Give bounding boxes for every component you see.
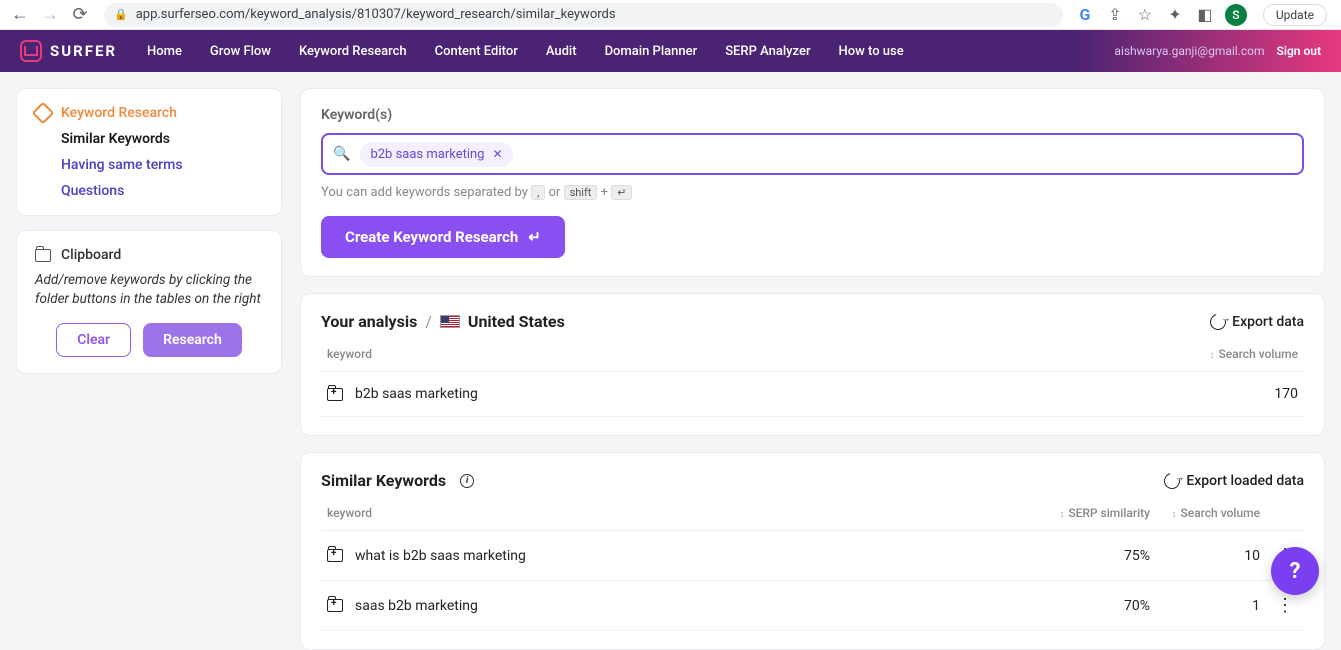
- profile-avatar[interactable]: S: [1225, 4, 1247, 26]
- nav-serp-analyzer[interactable]: SERP Analyzer: [725, 44, 810, 59]
- similar-title: Similar Keywords: [321, 471, 446, 490]
- url-text: app.surferseo.com/keyword_analysis/81030…: [136, 7, 616, 22]
- clipboard-title: Clipboard: [61, 247, 121, 263]
- google-icon[interactable]: G: [1075, 5, 1095, 25]
- col-volume[interactable]: ↕Search volume: [1156, 496, 1266, 531]
- logo-mark-icon: [20, 40, 42, 62]
- nav-home[interactable]: Home: [147, 44, 182, 59]
- signout-link[interactable]: Sign out: [1277, 44, 1321, 58]
- nav-domain-planner[interactable]: Domain Planner: [605, 44, 698, 59]
- update-button[interactable]: Update: [1263, 4, 1327, 26]
- folder-icon: [35, 249, 51, 262]
- extensions-icon[interactable]: ✦: [1165, 5, 1185, 25]
- add-folder-icon[interactable]: [327, 599, 343, 612]
- star-icon[interactable]: ☆: [1135, 5, 1155, 25]
- chip-remove-icon[interactable]: ✕: [492, 147, 502, 161]
- export-data-link[interactable]: Export data: [1210, 314, 1304, 330]
- sidebar-item-similar[interactable]: Similar Keywords: [61, 131, 263, 147]
- search-icon: 🔍: [333, 146, 350, 162]
- analysis-table: keyword ↕Search volume b2b saas marketin…: [321, 337, 1304, 417]
- keyword-input-panel: Keyword(s) 🔍 b2b saas marketing ✕ You ca…: [300, 88, 1325, 277]
- keyword-text-input[interactable]: [523, 146, 1292, 162]
- research-button[interactable]: Research: [143, 323, 242, 357]
- nav-keyword-research[interactable]: Keyword Research: [299, 44, 407, 59]
- sidebar: Keyword Research Similar Keywords Having…: [16, 88, 282, 601]
- share-icon[interactable]: ⇪: [1105, 5, 1125, 25]
- similar-panel: Similar Keywords i Export loaded data ke…: [300, 452, 1325, 650]
- keywords-label: Keyword(s): [321, 107, 1304, 123]
- col-keyword: keyword: [321, 496, 1006, 531]
- export-icon: [1207, 311, 1229, 333]
- col-volume[interactable]: ↕Search volume: [1164, 337, 1304, 372]
- nav-content-editor[interactable]: Content Editor: [435, 44, 518, 59]
- address-bar[interactable]: 🔒 app.surferseo.com/keyword_analysis/810…: [104, 3, 1063, 27]
- sidebar-item-same-terms[interactable]: Having same terms: [61, 157, 263, 173]
- us-flag-icon: [440, 315, 460, 328]
- app-header: SURFER Home Grow Flow Keyword Research C…: [0, 30, 1341, 72]
- table-row: saas b2b marketing 70% 1 ⋮: [321, 581, 1304, 631]
- clear-button[interactable]: Clear: [56, 323, 131, 357]
- help-fab[interactable]: ?: [1271, 547, 1319, 595]
- analysis-country: United States: [468, 312, 565, 331]
- diamond-icon: [32, 102, 55, 125]
- lock-icon: 🔒: [114, 8, 128, 21]
- back-icon[interactable]: ←: [8, 3, 32, 27]
- create-research-button[interactable]: Create Keyword Research↵: [321, 216, 565, 258]
- keyword-hint: You can add keywords separated by , or s…: [321, 185, 1304, 200]
- add-folder-icon[interactable]: [327, 388, 343, 401]
- nav-growflow[interactable]: Grow Flow: [210, 44, 271, 59]
- clipboard-desc: Add/remove keywords by clicking the fold…: [35, 271, 263, 309]
- enter-icon: ↵: [528, 228, 541, 246]
- nav-audit[interactable]: Audit: [546, 44, 577, 59]
- logo[interactable]: SURFER: [20, 40, 117, 62]
- sidebar-nav-card: Keyword Research Similar Keywords Having…: [16, 88, 282, 216]
- table-row: what is b2b saas marketing 75% 10 ⋮: [321, 531, 1304, 581]
- table-row: b2b saas marketing 170: [321, 372, 1304, 417]
- export-loaded-link[interactable]: Export loaded data: [1164, 473, 1304, 489]
- more-icon[interactable]: ⋮: [1272, 595, 1298, 616]
- user-email: aishwarya.ganji@gmail.com: [1114, 44, 1264, 58]
- keyword-chip: b2b saas marketing ✕: [360, 142, 512, 167]
- col-serp[interactable]: ↕SERP similarity: [1006, 496, 1156, 531]
- main-column: Keyword(s) 🔍 b2b saas marketing ✕ You ca…: [300, 88, 1325, 601]
- export-icon: [1161, 470, 1183, 492]
- info-icon[interactable]: i: [460, 474, 474, 488]
- main-nav: Home Grow Flow Keyword Research Content …: [147, 44, 904, 59]
- nav-how-to-use[interactable]: How to use: [839, 44, 904, 59]
- clipboard-card: Clipboard Add/remove keywords by clickin…: [16, 230, 282, 374]
- keyword-input-box[interactable]: 🔍 b2b saas marketing ✕: [321, 133, 1304, 175]
- col-keyword: keyword: [321, 337, 1164, 372]
- brand-text: SURFER: [50, 42, 117, 60]
- add-folder-icon[interactable]: [327, 549, 343, 562]
- sidebar-item-questions[interactable]: Questions: [61, 183, 263, 199]
- browser-chrome: ← → ⟳ 🔒 app.surferseo.com/keyword_analys…: [0, 0, 1341, 30]
- panel-icon[interactable]: ◧: [1195, 5, 1215, 25]
- similar-table: keyword ↕SERP similarity ↕Search volume …: [321, 496, 1304, 631]
- analysis-title: Your analysis: [321, 312, 417, 331]
- forward-icon[interactable]: →: [38, 3, 62, 27]
- sidebar-section-title[interactable]: Keyword Research: [35, 105, 263, 121]
- reload-icon[interactable]: ⟳: [68, 3, 92, 27]
- analysis-panel: Your analysis / United States Export dat…: [300, 293, 1325, 436]
